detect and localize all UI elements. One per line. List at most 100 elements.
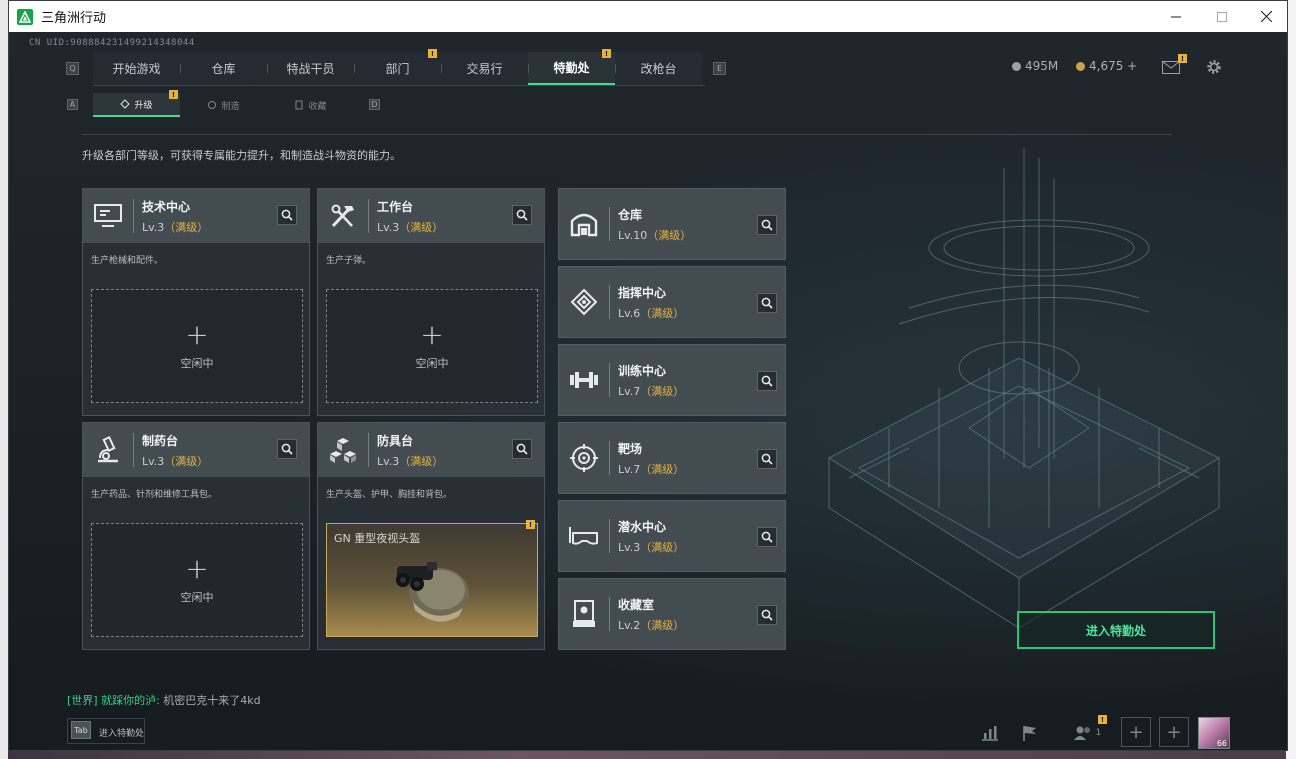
craft-icon: [208, 101, 217, 109]
inspect-button[interactable]: [757, 293, 777, 313]
target-icon: [559, 422, 609, 494]
tab-department[interactable]: 部门!: [354, 49, 441, 85]
inspect-button[interactable]: [757, 605, 777, 625]
inspect-button[interactable]: [757, 215, 777, 235]
subtab-craft[interactable]: 制造: [180, 93, 267, 117]
gold-balance[interactable]: 4,675 +: [1076, 59, 1137, 73]
idle-production-slot[interactable]: + 空闲中: [91, 523, 303, 637]
facility-name: 训练中心: [618, 363, 667, 378]
tab-warehouse[interactable]: 仓库: [180, 52, 267, 85]
command-icon: [559, 266, 609, 338]
friends-button[interactable]: 1 !: [1065, 715, 1109, 746]
display-case-icon: [559, 578, 609, 650]
facility-row-shooting-range[interactable]: 靶场 Lv.7（满级）: [558, 422, 786, 494]
tab-gunsmith[interactable]: 改枪台: [615, 52, 702, 85]
settings-button[interactable]: [1204, 57, 1224, 77]
party-slot-add-button[interactable]: +: [1159, 717, 1189, 747]
tab-operators[interactable]: 特战干员: [267, 52, 354, 85]
coin-balance[interactable]: 495M: [1012, 59, 1058, 73]
nav-right-key-hint[interactable]: E: [713, 62, 726, 75]
sub-nav: 升级 ! 制造 收藏: [93, 90, 354, 117]
facility-name: 指挥中心: [618, 285, 667, 300]
inspect-button[interactable]: [512, 439, 532, 459]
gear-icon: [1207, 60, 1221, 74]
facility-row-command-center[interactable]: 指挥中心 Lv.6（满级）: [558, 266, 786, 338]
facility-card-workbench[interactable]: 工作台 Lv.3（满级） 生产子弹。 + 空闲中: [317, 188, 545, 416]
close-button[interactable]: [1243, 1, 1287, 32]
helmet-image: [396, 562, 469, 622]
search-icon: [761, 609, 773, 621]
inspect-button[interactable]: [512, 205, 532, 225]
notification-badge: !: [1178, 54, 1187, 63]
facility-row-collection-room[interactable]: 收藏室 Lv.2（满级）: [558, 578, 786, 650]
flag-button[interactable]: [1015, 720, 1045, 746]
minimize-button[interactable]: [1153, 1, 1199, 32]
facility-card-tech-center[interactable]: 技术中心 Lv.3（满级） 生产枪械和配件。 + 空闲中: [82, 188, 310, 416]
facility-level: Lv.3（满级）: [377, 220, 444, 234]
subtab-upgrade[interactable]: 升级 !: [93, 90, 180, 117]
row-separator: [609, 207, 610, 241]
facility-level: Lv.3（满级）: [142, 454, 209, 468]
facility-level: Lv.3（满级）: [618, 540, 685, 554]
inspect-button[interactable]: [757, 371, 777, 391]
player-avatar[interactable]: 66: [1198, 717, 1230, 749]
facility-name: 潜水中心: [618, 519, 667, 534]
facility-description: 生产枪械和配件。: [91, 256, 164, 266]
upgrade-icon: [120, 99, 131, 109]
inspect-button[interactable]: [757, 449, 777, 469]
idle-label: 空闲中: [415, 357, 449, 370]
header-separator: [133, 199, 134, 233]
inspect-button[interactable]: [277, 439, 297, 459]
idle-label: 空闲中: [180, 591, 214, 604]
card-header: 工作台 Lv.3（满级）: [318, 189, 544, 243]
search-icon: [281, 209, 293, 221]
subtab-collection[interactable]: 收藏: [267, 93, 354, 117]
facility-row-training-center[interactable]: 训练中心 Lv.7（满级）: [558, 344, 786, 416]
bar-chart-icon: [982, 726, 998, 741]
header-separator: [368, 199, 369, 233]
chat-message: 机密巴克十来了4kd: [159, 694, 261, 707]
subnav-right-key-hint[interactable]: D: [369, 99, 380, 110]
game-area: CN UID:908884231499214348044 Q 开始游戏 仓库 特…: [9, 32, 1287, 750]
stats-button[interactable]: [975, 720, 1005, 746]
facility-card-pharmacy[interactable]: 制药台 Lv.3（满级） 生产药品、针剂和维修工具包。 + 空闲中: [82, 422, 310, 650]
facility-row-diving-center[interactable]: 潜水中心 Lv.3（满级）: [558, 500, 786, 572]
microscope-icon: [83, 423, 133, 477]
facility-level: Lv.7（满级）: [618, 384, 685, 398]
inspect-button[interactable]: [757, 527, 777, 547]
player-level: 66: [1216, 739, 1227, 748]
cubes-icon: [318, 423, 368, 477]
app-logo-icon: [17, 8, 33, 25]
facility-level: Lv.2（满级）: [618, 618, 685, 632]
header-separator: [368, 433, 369, 467]
subnav-left-key-hint[interactable]: A: [67, 99, 78, 110]
chat-channel: [世界] 就踩你的泸:: [67, 694, 160, 707]
produced-item-slot[interactable]: GN 重型夜视头盔 !: [326, 520, 538, 637]
party-slot-add-button[interactable]: +: [1121, 717, 1151, 747]
tab-special-ops[interactable]: 特勤处!: [528, 49, 615, 85]
facility-level: Lv.7（满级）: [618, 462, 685, 476]
enter-special-ops-button[interactable]: 进入特勤处: [1017, 611, 1215, 649]
facility-card-armor-bench[interactable]: 防具台 Lv.3（满级） 生产头盔、护甲、胸挂和背包。 GN 重型夜视头盔 !: [317, 422, 545, 650]
facility-level: Lv.6（满级）: [618, 306, 685, 320]
gold-icon: [1076, 61, 1085, 71]
maximize-button[interactable]: [1199, 1, 1245, 32]
notification-badge: !: [169, 90, 178, 99]
inspect-button[interactable]: [277, 205, 297, 225]
nav-left-key-hint[interactable]: Q: [66, 62, 79, 75]
facility-row-warehouse[interactable]: 仓库 Lv.10（满级）: [558, 188, 786, 260]
monitor-icon: [83, 189, 133, 243]
tab-start-game[interactable]: 开始游戏: [93, 52, 180, 85]
search-icon: [761, 375, 773, 387]
idle-production-slot[interactable]: + 空闲中: [326, 289, 538, 403]
facility-name: 仓库: [618, 207, 643, 222]
world-chat-line[interactable]: [世界] 就踩你的泸: 机密巴克十来了4kd: [67, 692, 261, 708]
mail-button[interactable]: !: [1159, 54, 1187, 76]
page-description: 升级各部门等级，可获得专属能力提升，和制造战斗物资的能力。: [82, 149, 401, 162]
tab-trading[interactable]: 交易行: [441, 52, 528, 85]
facility-name: 靶场: [618, 441, 643, 456]
coin-icon: [1012, 61, 1021, 71]
collection-icon: [295, 100, 303, 110]
idle-production-slot[interactable]: + 空闲中: [91, 289, 303, 403]
plus-icon: +: [1166, 721, 1182, 743]
